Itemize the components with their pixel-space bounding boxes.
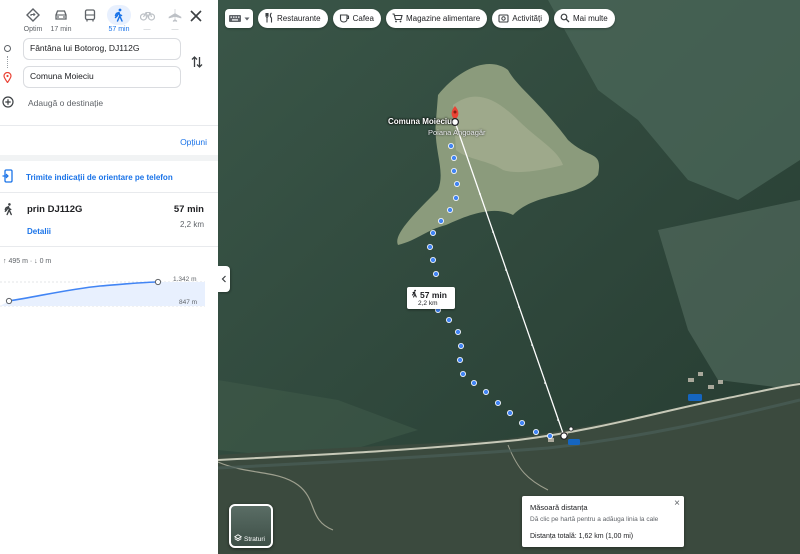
category-chips: Restaurante Cafea Magazine alimentare Ac… [225,9,615,28]
mode-label: Optim [23,26,43,33]
divider [0,246,218,247]
mode-walking[interactable]: 57 min [104,5,134,33]
mode-label: — [143,26,151,33]
mode-label: 17 min [50,26,72,33]
diamond-route-icon [21,5,45,25]
callout-duration: 57 min [420,289,447,300]
coffee-icon [339,13,350,25]
chip-label: Magazine alimentare [405,14,481,23]
fork-knife-icon [264,12,274,25]
chip-label: Activități [512,14,543,23]
elevation-max: 1.342 m [173,276,197,283]
add-destination-button[interactable]: Adaugă o destinație [2,96,103,110]
close-icon[interactable]: × [674,498,680,509]
layers-label: Straturi [244,535,265,543]
directions-panel: Optim 17 min 57 min — — Fântâna lui Boto… [0,0,218,554]
search-icon [560,13,570,25]
mode-transit[interactable] [75,5,105,26]
place-label[interactable]: Comuna Moieciu [388,117,452,126]
mode-cycling[interactable]: — [132,5,162,33]
keyboard-icon [228,13,242,25]
mode-label: — [171,26,179,33]
options-link[interactable]: Opțiuni [180,137,207,147]
satellite-imagery [218,0,800,554]
chip-label: Cafea [352,14,374,23]
walking-icon [411,289,418,300]
add-destination-label: Adaugă o destinație [28,98,104,108]
divider [0,125,218,126]
collapse-panel-button[interactable] [218,266,230,292]
chip-restaurants[interactable]: Restaurante [258,9,328,28]
route-option[interactable]: prin DJ112G 57 min 2,2 km Detalii [0,200,218,246]
elevation-stats: ↑ 495 m · ↓ 0 m [3,258,52,265]
mode-flight[interactable]: — [160,5,190,33]
divider [0,192,218,193]
details-link[interactable]: Detalii [27,227,51,236]
route-callout[interactable]: 57 min 2,2 km [407,287,455,309]
bicycle-icon [135,5,159,25]
mode-driving[interactable]: 17 min [46,5,76,33]
place-label-secondary[interactable]: Poiana Angoagăr [428,128,486,137]
chip-activities[interactable]: Activități [492,9,550,28]
send-to-phone-label: Trimite indicații de orientare pe telefo… [26,172,173,182]
elevation-min: 847 m [179,299,198,306]
measure-hint: Dă clic pe hartă pentru a adăuga linia l… [530,516,659,523]
cart-icon [392,12,403,25]
origin-circle-icon [4,45,11,52]
mode-label: 57 min [108,26,130,33]
measure-total: Distanța totală: 1,62 km (1,00 mi) [530,533,634,540]
destination-field[interactable]: Comuna Moieciu [23,66,181,88]
car-icon [49,5,73,25]
chip-label: Mai multe [573,14,608,23]
input-tools-button[interactable] [225,9,253,28]
measure-title: Măsoară distanța [530,503,588,512]
swap-icon[interactable] [191,55,203,74]
camera-ticket-icon [498,13,509,25]
destination-pin-icon [3,70,12,88]
section-divider [0,155,218,161]
add-circle-icon [2,96,14,110]
route-via: prin DJ112G [27,204,83,215]
map-canvas[interactable]: Restaurante Cafea Magazine alimentare Ac… [218,0,800,554]
route-duration: 57 min [173,204,204,215]
layers-button[interactable]: Straturi [229,504,273,548]
bus-icon [78,5,102,25]
route-dots-icon [7,56,8,68]
origin-field[interactable]: Fântâna lui Botorog, DJ112G [23,38,181,60]
plane-icon [163,5,187,25]
walking-icon [3,202,14,221]
send-to-phone-button[interactable]: Trimite indicații de orientare pe telefo… [2,169,173,185]
phone-send-icon [2,169,14,185]
travel-mode-bar: Optim 17 min 57 min — — [18,5,210,35]
callout-distance: 2,2 km [418,300,438,307]
chip-label: Restaurante [277,14,321,23]
chip-groceries[interactable]: Magazine alimentare [385,9,488,28]
chip-coffee[interactable]: Cafea [332,9,381,28]
walking-icon [107,5,131,25]
route-distance: 2,2 km [179,220,204,229]
layers-icon [233,534,243,544]
chip-more[interactable]: Mai multe [554,9,615,28]
mode-best-route[interactable]: Optim [18,5,48,33]
close-icon[interactable] [188,8,204,24]
chevron-down-icon [244,14,250,23]
measure-distance-card: Măsoară distanța Dă clic pe hartă pentru… [522,496,684,547]
